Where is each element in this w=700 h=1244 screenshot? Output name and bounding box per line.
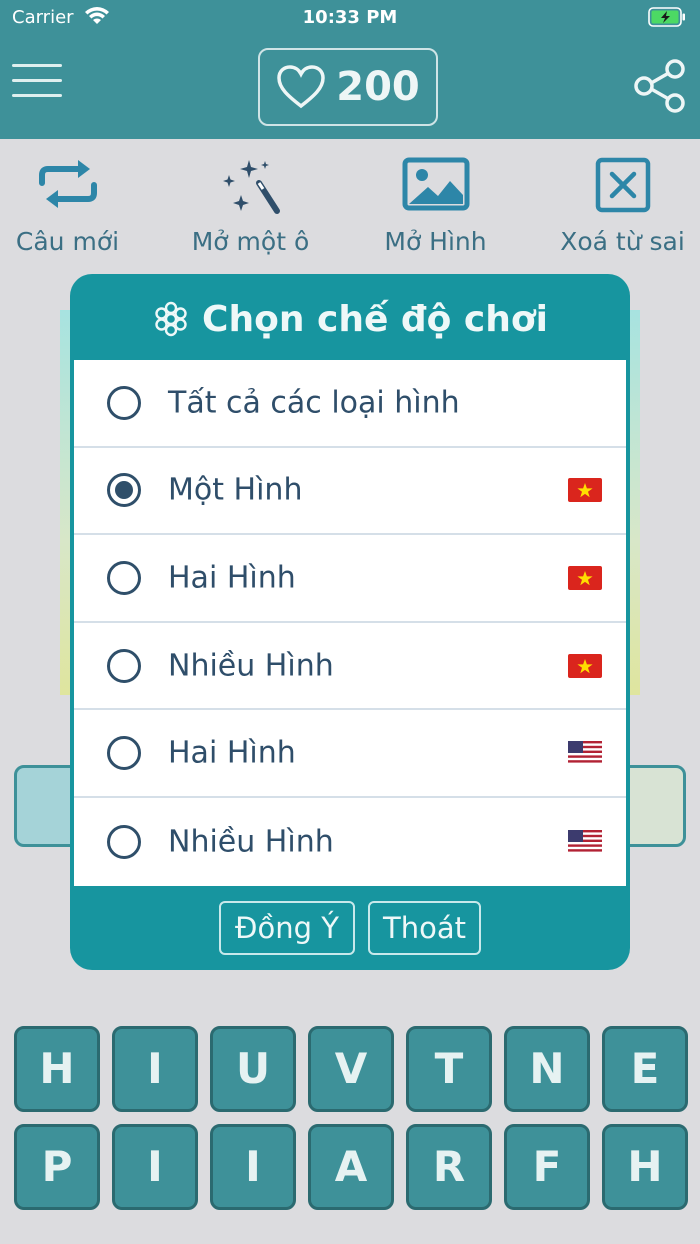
radio-button-selected[interactable] — [107, 473, 141, 508]
letter-key[interactable]: P — [14, 1124, 100, 1210]
clock: 10:33 PM — [302, 7, 398, 28]
mode-option[interactable]: Nhiều Hình — [74, 798, 626, 886]
battery-icon — [648, 7, 685, 27]
tool-label: Mở Hình — [384, 227, 487, 256]
mode-option[interactable]: Tất cả các loại hình — [74, 360, 626, 448]
heart-icon — [277, 65, 326, 109]
radio-button[interactable] — [107, 736, 141, 771]
dialog-title: Chọn chế độ chơi — [70, 294, 630, 344]
letter-key[interactable]: I — [112, 1026, 198, 1112]
remove-wrong-button[interactable]: Xoá từ sai — [535, 145, 700, 275]
mode-option-label: Nhiều Hình — [168, 824, 334, 860]
menu-line — [12, 94, 62, 97]
mode-option-label: Hai Hình — [168, 735, 296, 771]
mode-option-label: Nhiều Hình — [168, 648, 334, 684]
letter-key[interactable]: F — [504, 1124, 590, 1210]
app-header: Carrier 10:33 PM 200 — [0, 0, 700, 139]
mode-option-label: Hai Hình — [168, 560, 296, 596]
letter-key[interactable]: U — [210, 1026, 296, 1112]
share-icon[interactable] — [632, 58, 688, 114]
flower-icon — [155, 301, 187, 337]
open-image-button[interactable]: Mở Hình — [348, 145, 523, 275]
vietnam-flag-icon — [568, 653, 602, 678]
tool-label: Mở một ô — [191, 227, 310, 256]
x-box-icon — [595, 157, 650, 213]
mode-option-label: Một Hình — [168, 472, 303, 508]
mode-option[interactable]: Nhiều Hình — [74, 623, 626, 711]
letter-key[interactable]: H — [14, 1026, 100, 1112]
letter-key[interactable]: T — [406, 1026, 492, 1112]
tool-label: Câu mới — [15, 227, 120, 256]
status-bar: Carrier 10:33 PM — [0, 0, 700, 36]
mode-option-label: Tất cả các loại hình — [168, 385, 460, 421]
mode-options-list: Tất cả các loại hình Một Hình Hai Hình N… — [74, 360, 626, 886]
menu-button[interactable] — [12, 64, 62, 108]
radio-button[interactable] — [107, 385, 141, 420]
mode-option[interactable]: Một Hình — [74, 448, 626, 536]
radio-button[interactable] — [107, 648, 141, 683]
dialog-title-text: Chọn chế độ chơi — [202, 298, 548, 340]
menu-line — [12, 79, 62, 82]
letter-key[interactable]: R — [406, 1124, 492, 1210]
menu-line — [12, 64, 62, 67]
letter-key[interactable]: V — [308, 1026, 394, 1112]
new-question-button[interactable]: Câu mới — [0, 145, 155, 275]
hearts-counter[interactable]: 200 — [258, 48, 438, 126]
tool-label: Xoá từ sai — [560, 227, 685, 256]
image-icon — [402, 157, 469, 211]
exit-button[interactable]: Thoát — [368, 901, 481, 955]
toolbar: Câu mới Mở một ô Mở Hình Xoá từ sai — [0, 145, 700, 275]
mode-option[interactable]: Hai Hình — [74, 710, 626, 798]
vietnam-flag-icon — [568, 565, 602, 590]
open-cell-button[interactable]: Mở một ô — [163, 145, 338, 275]
letter-key[interactable]: A — [308, 1124, 394, 1210]
hearts-count: 200 — [336, 64, 420, 110]
letter-key[interactable]: I — [112, 1124, 198, 1210]
radio-button[interactable] — [107, 824, 141, 859]
radio-button[interactable] — [107, 560, 141, 595]
magic-wand-icon — [222, 160, 280, 214]
mode-option[interactable]: Hai Hình — [74, 535, 626, 623]
mode-dialog: Chọn chế độ chơi Tất cả các loại hình Mộ… — [70, 274, 630, 970]
letter-key[interactable]: H — [602, 1124, 688, 1210]
vietnam-flag-icon — [568, 478, 602, 503]
us-flag-icon — [568, 829, 602, 854]
repeat-arrows-icon — [38, 160, 97, 208]
us-flag-icon — [568, 741, 602, 766]
letter-key[interactable]: I — [210, 1124, 296, 1210]
agree-button[interactable]: Đồng Ý — [219, 901, 355, 955]
letter-key[interactable]: N — [504, 1026, 590, 1112]
letter-key[interactable]: E — [602, 1026, 688, 1112]
